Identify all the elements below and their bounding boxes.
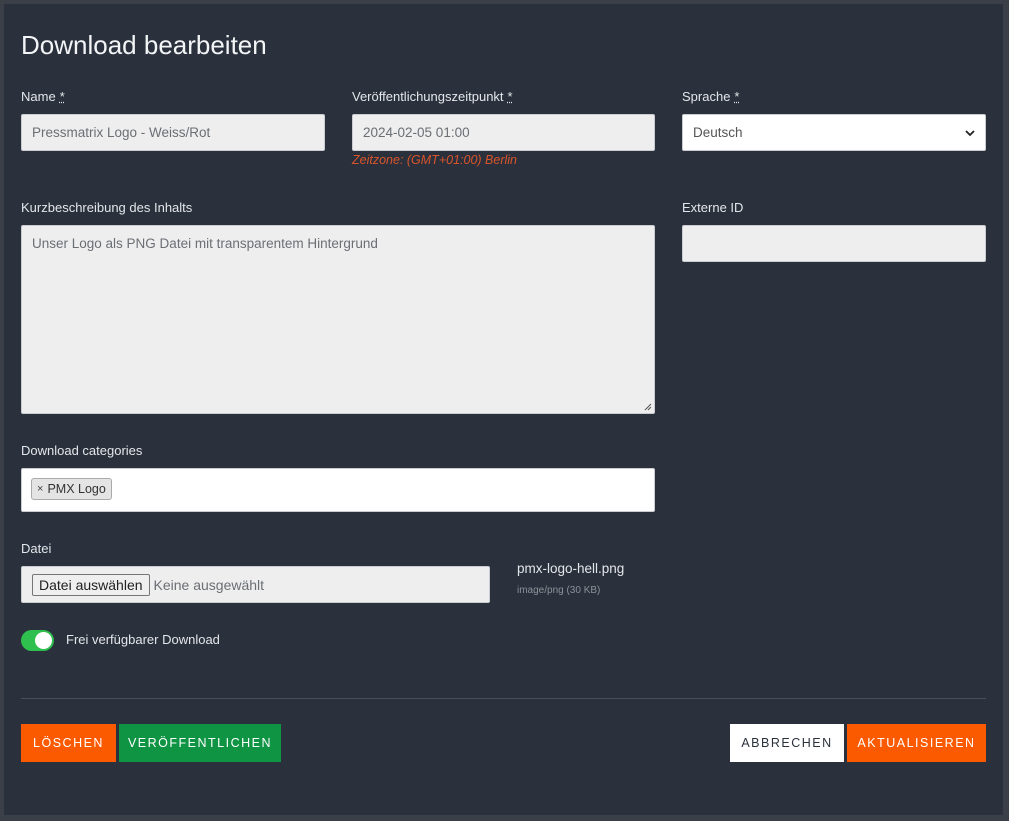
edit-download-dialog: Download bearbeiten Name * Pressmatrix Lo… <box>4 4 1003 815</box>
no-file-text: Keine ausgewählt <box>153 576 265 593</box>
name-label-text: Name <box>21 89 56 104</box>
current-file-name: pmx-logo-hell.png <box>517 561 625 576</box>
category-tag-label: PMX Logo <box>47 482 106 496</box>
current-file-meta: image/png (30 KB) <box>517 585 601 596</box>
name-input[interactable]: Pressmatrix Logo - Weiss/Rot <box>21 114 325 151</box>
description-textarea[interactable]: Unser Logo als PNG Datei mit transparent… <box>21 225 655 414</box>
file-label: Datei <box>21 541 52 556</box>
language-label-text: Sprache <box>682 89 731 104</box>
delete-button[interactable]: LÖSCHEN <box>21 724 116 762</box>
timezone-note: Zeitzone: (GMT+01:00) Berlin <box>352 153 517 167</box>
language-selected-value: Deutsch <box>693 125 743 140</box>
external-id-label: Externe ID <box>682 200 744 215</box>
language-select[interactable]: Deutsch <box>682 114 986 151</box>
close-icon[interactable]: × <box>37 483 43 495</box>
category-tag: × PMX Logo <box>31 478 112 500</box>
categories-multiselect[interactable]: × PMX Logo <box>21 468 655 512</box>
file-input[interactable]: Datei auswählen Keine ausgewählt <box>21 566 490 603</box>
publish-time-value: 2024-02-05 01:00 <box>363 125 470 140</box>
external-id-input[interactable] <box>682 225 986 262</box>
name-label: Name * <box>21 89 65 104</box>
required-mark: * <box>59 89 65 104</box>
footer-divider <box>21 698 986 699</box>
publish-time-input[interactable]: 2024-02-05 01:00 <box>352 114 655 151</box>
description-value: Unser Logo als PNG Datei mit transparent… <box>32 236 378 251</box>
description-label: Kurzbeschreibung des Inhalts <box>21 200 193 215</box>
publish-time-label-text: Veröffentlichungszeitpunkt <box>352 89 504 104</box>
chevron-down-icon <box>965 129 975 136</box>
toggle-knob <box>35 632 52 649</box>
free-download-label: Frei verfügbarer Download <box>66 632 220 647</box>
cancel-button[interactable]: ABBRECHEN <box>730 724 844 762</box>
language-label: Sprache * <box>682 89 739 104</box>
free-download-toggle[interactable] <box>21 630 54 651</box>
publish-button[interactable]: VERÖFFENTLICHEN <box>119 724 281 762</box>
publish-time-label: Veröffentlichungszeitpunkt * <box>352 89 513 104</box>
required-mark: * <box>507 89 513 104</box>
resize-grip-icon[interactable] <box>644 403 652 411</box>
dialog-title: Download bearbeiten <box>21 30 267 60</box>
required-mark: * <box>734 89 740 104</box>
choose-file-button[interactable]: Datei auswählen <box>32 573 150 596</box>
update-button[interactable]: AKTUALISIEREN <box>847 724 986 762</box>
categories-label: Download categories <box>21 443 143 458</box>
name-input-value: Pressmatrix Logo - Weiss/Rot <box>32 125 211 140</box>
